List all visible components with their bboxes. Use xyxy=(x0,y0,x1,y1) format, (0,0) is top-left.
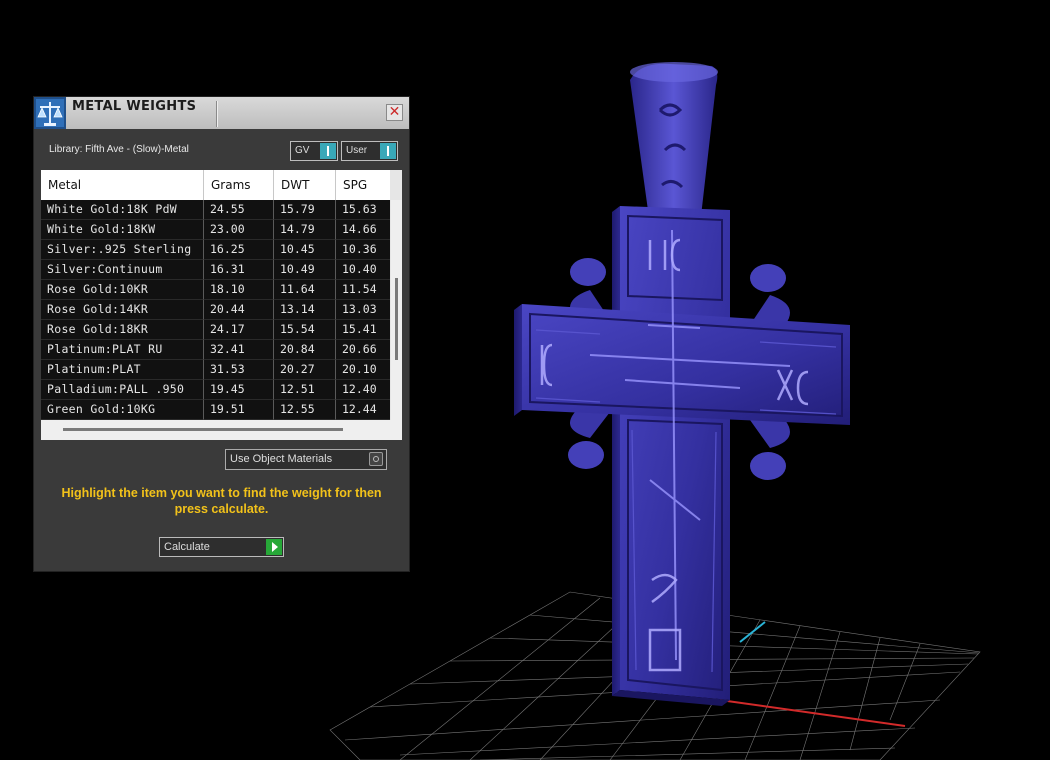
instructions-text: Highlight the item you want to find the … xyxy=(61,486,382,516)
table-row[interactable]: Platinum:PLAT 31.53 20.27 20.10 xyxy=(41,360,390,380)
table-row[interactable]: White Gold:18K PdW 24.55 15.79 15.63 xyxy=(41,200,390,220)
calculate-button[interactable]: Calculate xyxy=(159,537,284,557)
cell-dwt: 12.55 xyxy=(274,400,336,420)
cell-dwt: 10.45 xyxy=(274,240,336,260)
cell-dwt: 11.64 xyxy=(274,280,336,300)
cell-spg: 10.36 xyxy=(336,240,390,260)
table-row[interactable]: White Gold:18KW 23.00 14.79 14.66 xyxy=(41,220,390,240)
cell-metal: Platinum:PLAT xyxy=(41,360,204,380)
cell-spg: 15.63 xyxy=(336,200,390,220)
toggle-on-icon xyxy=(380,143,396,159)
horizontal-scroll-thumb[interactable] xyxy=(63,428,343,431)
table-header: Metal Grams DWT SPG xyxy=(41,170,390,200)
cell-metal: Palladium:PALL .950 xyxy=(41,380,204,400)
cell-spg: 20.66 xyxy=(336,340,390,360)
cell-dwt: 15.54 xyxy=(274,320,336,340)
cell-dwt: 13.14 xyxy=(274,300,336,320)
cell-spg: 12.44 xyxy=(336,400,390,420)
table-row[interactable]: Rose Gold:18KR 24.17 15.54 15.41 xyxy=(41,320,390,340)
cell-metal: Silver:Continuum xyxy=(41,260,204,280)
horizontal-scrollbar[interactable] xyxy=(41,420,402,440)
cell-spg: 12.40 xyxy=(336,380,390,400)
table-row[interactable]: Silver:.925 Sterling 16.25 10.45 10.36 xyxy=(41,240,390,260)
column-header-spg[interactable]: SPG xyxy=(336,170,390,200)
cell-grams: 19.45 xyxy=(204,380,274,400)
gv-toggle-label: GV xyxy=(295,145,310,156)
cell-dwt: 12.51 xyxy=(274,380,336,400)
vertical-scroll-thumb[interactable] xyxy=(395,278,398,360)
cell-metal: Rose Gold:10KR xyxy=(41,280,204,300)
metal-table: Metal Grams DWT SPG White Gold:18K PdW 24… xyxy=(41,170,402,440)
cell-grams: 32.41 xyxy=(204,340,274,360)
cell-grams: 24.55 xyxy=(204,200,274,220)
cell-metal: Green Gold:10KG xyxy=(41,400,204,420)
library-label: Library: Fifth Ave - (Slow)-Metal xyxy=(49,144,189,155)
cell-spg: 14.66 xyxy=(336,220,390,240)
table-row[interactable]: Rose Gold:10KR 18.10 11.64 11.54 xyxy=(41,280,390,300)
cell-metal: Rose Gold:14KR xyxy=(41,300,204,320)
gv-toggle[interactable]: GV xyxy=(290,141,338,161)
table-row[interactable]: Palladium:PALL .950 19.45 12.51 12.40 xyxy=(41,380,390,400)
cell-grams: 16.31 xyxy=(204,260,274,280)
table-row[interactable]: Rose Gold:14KR 20.44 13.14 13.03 xyxy=(41,300,390,320)
table-row[interactable]: Platinum:PLAT RU 32.41 20.84 20.66 xyxy=(41,340,390,360)
cell-spg: 15.41 xyxy=(336,320,390,340)
column-header-grams[interactable]: Grams xyxy=(204,170,274,200)
cell-dwt: 20.27 xyxy=(274,360,336,380)
radio-icon[interactable] xyxy=(369,452,383,466)
column-header-dwt[interactable]: DWT xyxy=(274,170,336,200)
cell-spg: 13.03 xyxy=(336,300,390,320)
cell-dwt: 10.49 xyxy=(274,260,336,280)
calculate-label: Calculate xyxy=(164,541,210,553)
cell-spg: 10.40 xyxy=(336,260,390,280)
cell-grams: 18.10 xyxy=(204,280,274,300)
metal-weights-panel: METAL WEIGHTS ✕ Library: Fifth Ave - (Sl… xyxy=(34,97,409,571)
cell-grams: 16.25 xyxy=(204,240,274,260)
cell-metal: Silver:.925 Sterling xyxy=(41,240,204,260)
scale-icon xyxy=(34,97,66,129)
table-row[interactable]: Green Gold:10KG 19.51 12.55 12.44 xyxy=(41,400,390,420)
use-object-materials-label: Use Object Materials xyxy=(230,453,333,465)
cell-metal: Rose Gold:18KR xyxy=(41,320,204,340)
cell-spg: 20.10 xyxy=(336,360,390,380)
toggle-on-icon xyxy=(320,143,336,159)
cell-metal: White Gold:18K PdW xyxy=(41,200,204,220)
play-icon xyxy=(266,539,282,555)
title-divider xyxy=(216,101,217,127)
close-icon[interactable]: ✕ xyxy=(386,104,403,121)
user-toggle[interactable]: User xyxy=(341,141,398,161)
cell-metal: Platinum:PLAT RU xyxy=(41,340,204,360)
panel-title: METAL WEIGHTS xyxy=(72,99,197,114)
vertical-scrollbar[interactable] xyxy=(391,200,402,420)
panel-titlebar[interactable]: METAL WEIGHTS ✕ xyxy=(34,97,409,129)
table-row[interactable]: Silver:Continuum 16.31 10.49 10.40 xyxy=(41,260,390,280)
cell-grams: 19.51 xyxy=(204,400,274,420)
cell-grams: 20.44 xyxy=(204,300,274,320)
cell-spg: 11.54 xyxy=(336,280,390,300)
cell-grams: 31.53 xyxy=(204,360,274,380)
cell-grams: 23.00 xyxy=(204,220,274,240)
y-axis-line xyxy=(739,621,766,643)
use-object-materials-option[interactable]: Use Object Materials xyxy=(225,449,387,470)
table-body: White Gold:18K PdW 24.55 15.79 15.63 White G… xyxy=(41,200,390,420)
cell-metal: White Gold:18KW xyxy=(41,220,204,240)
cell-dwt: 20.84 xyxy=(274,340,336,360)
cell-dwt: 14.79 xyxy=(274,220,336,240)
cross-pendant-model[interactable] xyxy=(514,62,850,706)
column-header-metal[interactable]: Metal xyxy=(41,170,204,200)
cell-dwt: 15.79 xyxy=(274,200,336,220)
user-toggle-label: User xyxy=(346,145,368,156)
cell-grams: 24.17 xyxy=(204,320,274,340)
